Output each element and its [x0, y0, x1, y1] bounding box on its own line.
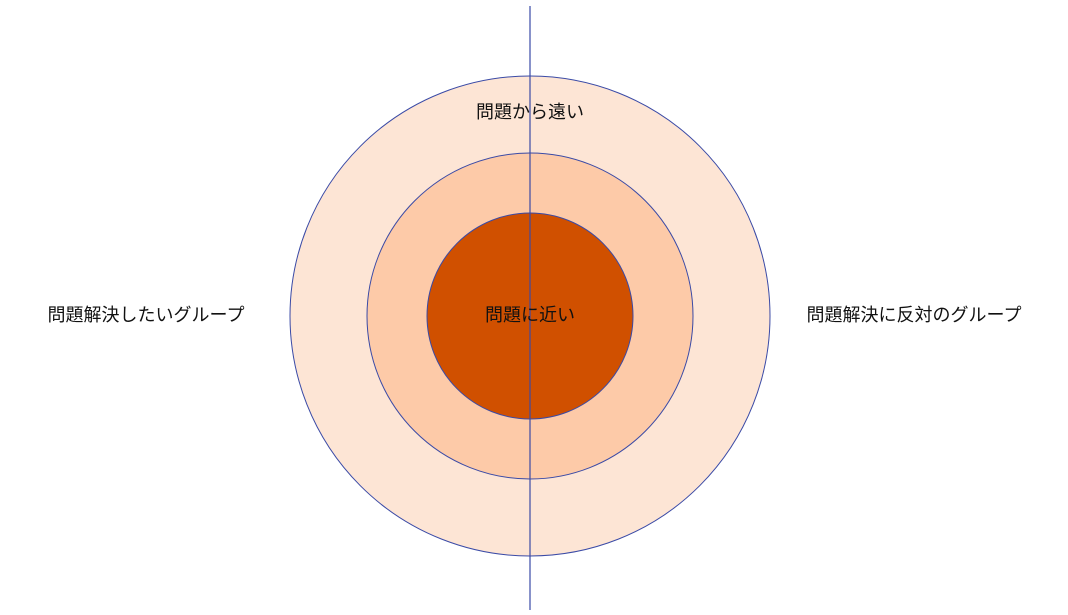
label-oppose-solution-group: 問題解決に反対のグループ — [807, 305, 1022, 326]
concentric-circles-diagram: 問題から遠い 問題に近い 問題解決したいグループ 問題解決に反対のグループ — [48, 6, 1022, 610]
label-far-from-problem: 問題から遠い — [476, 102, 584, 123]
label-close-to-problem: 問題に近い — [485, 305, 575, 326]
label-want-to-solve-group: 問題解決したいグループ — [48, 305, 245, 326]
